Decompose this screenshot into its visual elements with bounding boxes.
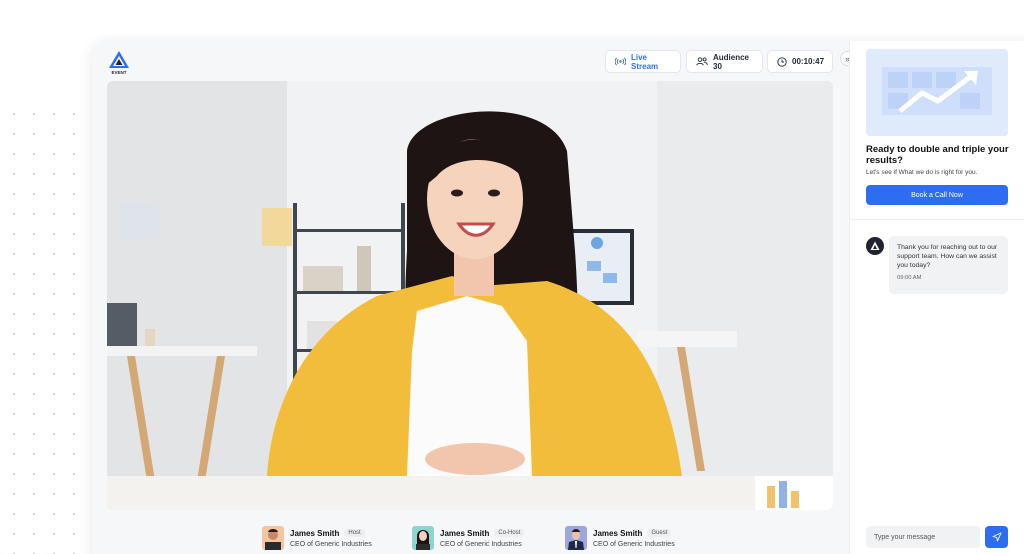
participant-name: James Smith: [440, 528, 490, 538]
event-logo[interactable]: EVENT: [106, 49, 132, 75]
avatar: [412, 526, 434, 550]
avatar: [262, 526, 284, 550]
role-badge: Guest: [647, 529, 672, 537]
side-panel: Ready to double and triple your results?…: [849, 41, 1024, 554]
panel-divider: [850, 219, 1024, 220]
send-button[interactable]: [985, 526, 1008, 548]
participant-host[interactable]: James Smith Host CEO of Generic Industri…: [262, 525, 372, 551]
message-input[interactable]: [866, 526, 980, 548]
participant-title: CEO of Generic Industries: [593, 540, 675, 548]
participant-name: James Smith: [290, 528, 340, 538]
timer-value: 00:10:47: [792, 57, 825, 66]
audience-label: Audience 30: [713, 52, 750, 71]
send-icon: [992, 532, 1001, 542]
role-badge: Co-Host: [494, 529, 525, 537]
support-avatar-icon: [866, 237, 884, 255]
video-stream[interactable]: [107, 81, 833, 510]
book-call-button[interactable]: Book a Call Now: [866, 185, 1008, 205]
users-icon: [696, 57, 708, 66]
participant-title: CEO of Generic Industries: [440, 540, 522, 548]
promo-title: Ready to double and triple your results?: [866, 144, 1009, 166]
logo-text: EVENT: [111, 70, 126, 75]
clock-icon: [777, 56, 787, 67]
timer-display: 00:10:47: [767, 50, 833, 73]
growth-chart-illustration: [866, 49, 1008, 136]
participant-name: James Smith: [593, 528, 643, 538]
role-badge: Host: [344, 529, 365, 537]
participant-co-host[interactable]: James Smith Co-Host CEO of Generic Indus…: [412, 525, 525, 551]
participant-title: CEO of Generic Industries: [290, 540, 372, 548]
live-stream-label: Live Stream: [631, 52, 659, 71]
promo-subtitle: Let's see if What we do is right for you…: [866, 169, 978, 176]
audience-button[interactable]: Audience 30: [686, 50, 763, 73]
live-stream-button[interactable]: Live Stream: [605, 50, 681, 73]
dot-pattern: [0, 100, 92, 554]
chat-message: Thank you for reaching out to our suppor…: [889, 236, 1008, 294]
chat-message-time: 09:00 AM: [897, 275, 922, 281]
speaker-video-frame: [107, 81, 833, 510]
broadcast-icon: [615, 57, 626, 66]
chat-message-text: Thank you for reaching out to our suppor…: [897, 244, 998, 269]
avatar: [565, 526, 587, 550]
participant-guest[interactable]: James Smith Guest CEO of Generic Industr…: [565, 525, 675, 551]
app-window: EVENT Live Stream Audience 30 00:10:47 »: [92, 41, 1024, 554]
